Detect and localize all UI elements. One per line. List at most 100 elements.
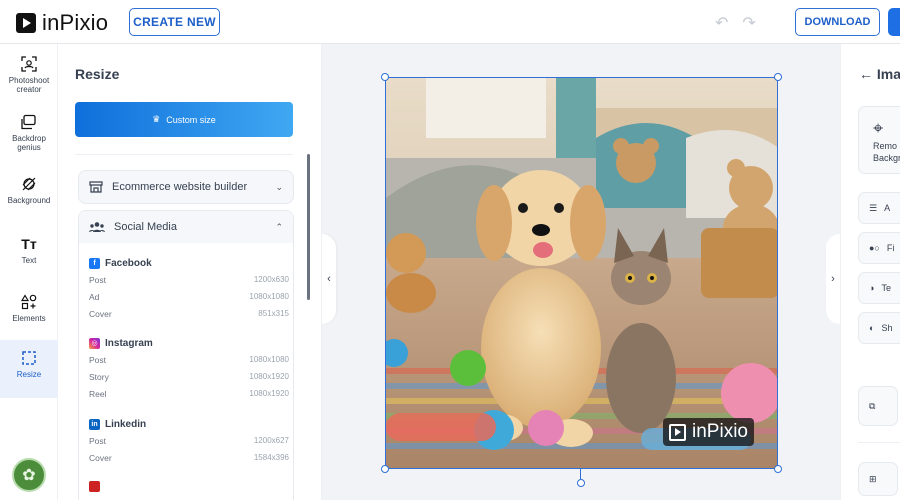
user-avatar[interactable]: ✿	[12, 458, 46, 492]
preset-size: 1080x1920	[249, 372, 289, 381]
resize-panel: Resize ♛ Custom size Ecommerce website b…	[58, 44, 322, 500]
accordion-header[interactable]: Ecommerce website builder ⌄	[79, 171, 293, 203]
rail-label: Photoshoot creator	[8, 76, 50, 94]
divider	[75, 154, 293, 155]
primary-action-button[interactable]	[888, 8, 900, 36]
filter-icon: ●○	[869, 243, 880, 253]
preset-size: 851x315	[258, 309, 289, 318]
preset-group-linkedin: in Linkedin Post 1200x627 Cover 1584x396	[89, 416, 289, 466]
remove-background-button[interactable]: ⌖ Remo Backgro	[858, 106, 900, 174]
adjust-tool[interactable]: ☰ A	[858, 192, 900, 224]
tool-label: Sh	[881, 323, 893, 333]
custom-size-button[interactable]: ♛ Custom size	[75, 102, 293, 137]
history-controls: ↶ ↷	[715, 13, 756, 33]
adjust-icon: ☰	[869, 202, 878, 213]
group-title: in Linkedin	[89, 416, 289, 432]
logo-text: inPixio	[42, 10, 109, 35]
elements-icon	[21, 294, 37, 310]
photoshoot-icon	[21, 56, 37, 72]
rail-label: Elements	[12, 314, 46, 323]
app-logo[interactable]: inPixio	[16, 10, 108, 36]
resize-handle-bottom-left[interactable]	[381, 465, 389, 473]
preset-label: Cover	[89, 452, 112, 463]
accordion-header[interactable]: Social Media ⌃	[79, 211, 293, 243]
replace-image-button[interactable]: ⊞	[858, 462, 898, 496]
rail-item-text[interactable]: Tт Text	[0, 236, 58, 265]
chevron-right-icon: ›	[831, 273, 835, 285]
tool-rail: Photoshoot creator Backdrop genius Backg…	[0, 44, 58, 500]
download-button[interactable]: DOWNLOAD	[795, 8, 880, 36]
palette-icon: ✿	[22, 467, 36, 484]
preset-size: 1584x396	[253, 453, 289, 462]
linkedin-icon: in	[89, 418, 100, 430]
image-add-icon: ⊞	[869, 473, 877, 484]
copy-icon: ⧉	[869, 400, 876, 411]
editor-canvas[interactable]: ‹ › inPixio	[322, 44, 840, 500]
inpixio-watermark: inPixio	[663, 418, 754, 446]
rail-item-backdrop[interactable]: Backdrop genius	[0, 114, 58, 152]
preset-row[interactable]: Cover 1584x396	[89, 449, 289, 466]
group-name: Linkedin	[105, 418, 147, 430]
chevron-left-icon: ‹	[327, 273, 331, 285]
resize-handle-top-left[interactable]	[381, 73, 389, 81]
resize-handle-bottom-right[interactable]	[774, 465, 782, 473]
preset-row[interactable]: Cover 851x315	[89, 305, 289, 322]
preset-group-facebook: f Facebook Post 1200x630 Ad 1080x1080 Cove…	[89, 255, 289, 322]
accordion-social-media[interactable]: Social Media ⌃ f Facebook Post 1200x630 A…	[78, 210, 294, 500]
preset-row[interactable]: Ad 1080x1080	[89, 288, 289, 305]
resize-icon	[22, 351, 36, 365]
rail-item-elements[interactable]: Elements	[0, 294, 58, 323]
image-panel-title-text: Ima	[876, 66, 900, 82]
watermark-logo-icon	[669, 423, 687, 441]
rotate-handle[interactable]	[577, 479, 585, 487]
tool-label: A	[884, 203, 891, 213]
preset-label: Reel	[89, 388, 107, 399]
tool-label: Te	[881, 283, 891, 293]
rail-label: Backdrop genius	[12, 134, 46, 152]
duplicate-button[interactable]: ⧉	[858, 386, 898, 426]
rail-item-background[interactable]: Background	[0, 176, 58, 205]
preset-row[interactable]: Post 1080x1080	[89, 351, 289, 368]
collapse-right-panel-button[interactable]: ›	[826, 234, 840, 324]
backdrop-icon	[21, 114, 36, 130]
chevron-up-icon: ⌃	[275, 221, 283, 232]
facebook-icon: f	[89, 257, 100, 269]
redo-icon[interactable]: ↷	[742, 13, 755, 33]
group-name: Instagram	[105, 337, 153, 349]
preset-row[interactable]: Story 1080x1920	[89, 368, 289, 385]
group-title: f Facebook	[89, 255, 289, 271]
remove-background-icon: ⌖	[873, 117, 884, 138]
image-panel: ← Ima ⌖ Remo Backgro ☰A ●○Fi ◑Te ◐Sh ⧉ ⊞	[840, 44, 900, 500]
tone-tool[interactable]: ◑ Te	[858, 272, 900, 304]
collapse-left-panel-button[interactable]: ‹	[322, 234, 336, 324]
rail-item-resize[interactable]: Resize	[0, 340, 58, 398]
rotate-handle-stem	[580, 469, 581, 479]
preset-label: Post	[89, 274, 107, 285]
accordion-ecommerce[interactable]: Ecommerce website builder ⌄	[78, 170, 294, 204]
group-icon	[89, 222, 105, 232]
resize-handle-top-right[interactable]	[774, 73, 782, 81]
watermark-text: inPixio	[692, 421, 748, 442]
panel-scrollbar[interactable]	[307, 154, 310, 300]
shadow-icon: ◐	[869, 323, 875, 333]
rail-item-photoshoot[interactable]: Photoshoot creator	[0, 56, 58, 94]
filter-tool[interactable]: ●○ Fi	[858, 232, 900, 264]
preset-label: Post	[89, 435, 107, 446]
background-icon	[22, 177, 36, 191]
canvas-image[interactable]: inPixio	[385, 77, 778, 469]
preset-row[interactable]: Post 1200x630	[89, 271, 289, 288]
back-arrow-icon[interactable]: ←	[859, 66, 873, 82]
preset-label: Post	[89, 354, 107, 365]
undo-icon[interactable]: ↶	[715, 13, 728, 33]
preset-size: 1200x630	[253, 275, 289, 284]
create-new-button[interactable]: CREATE NEW	[129, 8, 220, 36]
custom-size-label: Custom size	[166, 114, 216, 125]
preset-row[interactable]: Post 1200x627	[89, 432, 289, 449]
panel-title: Resize	[75, 66, 120, 82]
pets-photo	[386, 78, 777, 468]
shadow-tool[interactable]: ◐ Sh	[858, 312, 900, 344]
preset-row[interactable]: Reel 1080x1920	[89, 385, 289, 402]
logo-icon	[16, 13, 36, 33]
accordion-label: Ecommerce website builder	[112, 181, 248, 193]
remove-bg-label: Backgro	[873, 152, 900, 163]
